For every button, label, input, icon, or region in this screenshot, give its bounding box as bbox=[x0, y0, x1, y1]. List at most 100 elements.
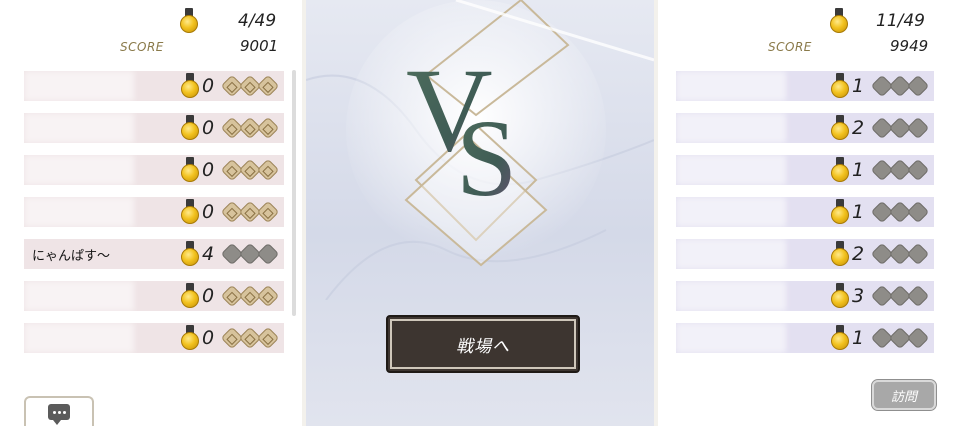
member-row[interactable]: 1 bbox=[676, 197, 934, 227]
token-icon bbox=[906, 242, 930, 266]
member-name bbox=[24, 113, 134, 143]
member-medal-count: 0 bbox=[202, 327, 215, 349]
medal-icon bbox=[831, 115, 849, 141]
left-score-value: 9001 bbox=[240, 37, 279, 55]
member-medal-count: 1 bbox=[852, 159, 865, 181]
medal-icon bbox=[831, 199, 849, 225]
token-group bbox=[870, 200, 930, 224]
go-to-battlefield-button[interactable]: 戦場へ bbox=[386, 315, 580, 373]
right-medal-count: 11/49 bbox=[876, 11, 925, 31]
member-medal-count: 2 bbox=[852, 243, 865, 265]
right-score-value: 9949 bbox=[890, 37, 929, 55]
token-icon bbox=[906, 326, 930, 350]
chat-button[interactable] bbox=[24, 396, 94, 426]
member-medal-count: 0 bbox=[202, 285, 215, 307]
chat-icon bbox=[48, 404, 70, 425]
member-name bbox=[24, 281, 134, 311]
token-icon bbox=[256, 74, 280, 98]
left-score-label: SCORE bbox=[120, 40, 164, 54]
medal-icon bbox=[831, 73, 849, 99]
member-name bbox=[676, 155, 786, 185]
member-medal-count: 0 bbox=[202, 75, 215, 97]
medal-icon bbox=[831, 241, 849, 267]
member-name bbox=[676, 281, 786, 311]
member-medal-count: 1 bbox=[852, 75, 865, 97]
token-group bbox=[870, 74, 930, 98]
right-team-panel: 11/49 SCORE 9949 1 2 1 1 2 3 1 bbox=[658, 0, 960, 426]
member-name bbox=[676, 323, 786, 353]
token-icon bbox=[256, 284, 280, 308]
medal-icon bbox=[831, 283, 849, 309]
right-score-label: SCORE bbox=[768, 40, 812, 54]
left-team-panel: 4/49 SCORE 9001 0 0 0 0 にゃんぱす～ 4 0 0 bbox=[0, 0, 302, 426]
left-medal-count: 4/49 bbox=[238, 11, 277, 31]
token-icon bbox=[256, 326, 280, 350]
token-icon bbox=[906, 116, 930, 140]
token-icon bbox=[256, 200, 280, 224]
member-row[interactable]: 0 bbox=[24, 197, 284, 227]
medal-icon bbox=[181, 325, 199, 351]
token-group bbox=[220, 284, 280, 308]
member-name bbox=[24, 155, 134, 185]
token-group bbox=[870, 158, 930, 182]
member-row[interactable]: 0 bbox=[24, 323, 284, 353]
token-group bbox=[220, 158, 280, 182]
token-icon bbox=[906, 158, 930, 182]
member-medal-count: 2 bbox=[852, 117, 865, 139]
token-group bbox=[870, 326, 930, 350]
token-icon bbox=[906, 284, 930, 308]
versus-area: V S 戦場へ bbox=[302, 0, 658, 426]
medal-icon bbox=[831, 157, 849, 183]
token-icon bbox=[906, 200, 930, 224]
member-row[interactable]: 0 bbox=[24, 281, 284, 311]
member-row[interactable]: 2 bbox=[676, 239, 934, 269]
member-name bbox=[24, 197, 134, 227]
member-medal-count: 0 bbox=[202, 117, 215, 139]
token-group bbox=[220, 74, 280, 98]
token-icon bbox=[256, 242, 280, 266]
token-group bbox=[870, 284, 930, 308]
token-icon bbox=[256, 116, 280, 140]
token-group bbox=[220, 116, 280, 140]
token-icon bbox=[906, 74, 930, 98]
medal-icon bbox=[831, 325, 849, 351]
member-row[interactable]: 1 bbox=[676, 71, 934, 101]
member-row[interactable]: 1 bbox=[676, 155, 934, 185]
member-medal-count: 1 bbox=[852, 327, 865, 349]
medal-icon bbox=[180, 8, 198, 34]
member-row[interactable]: 0 bbox=[24, 71, 284, 101]
member-medal-count: 0 bbox=[202, 201, 215, 223]
visit-button[interactable]: 訪問 bbox=[871, 379, 937, 411]
medal-icon bbox=[830, 8, 848, 34]
member-name bbox=[676, 197, 786, 227]
member-row[interactable]: 2 bbox=[676, 113, 934, 143]
member-row[interactable]: 0 bbox=[24, 155, 284, 185]
member-name bbox=[24, 323, 134, 353]
member-medal-count: 0 bbox=[202, 159, 215, 181]
member-name bbox=[676, 71, 786, 101]
member-row[interactable]: にゃんぱす～ 4 bbox=[24, 239, 284, 269]
member-medal-count: 3 bbox=[852, 285, 865, 307]
token-group bbox=[220, 326, 280, 350]
medal-icon bbox=[181, 115, 199, 141]
member-row[interactable]: 3 bbox=[676, 281, 934, 311]
medal-icon bbox=[181, 283, 199, 309]
vs-emblem: V S bbox=[306, 0, 654, 300]
member-medal-count: 4 bbox=[202, 243, 215, 265]
token-group bbox=[220, 200, 280, 224]
medal-icon bbox=[181, 73, 199, 99]
medal-icon bbox=[181, 199, 199, 225]
member-row[interactable]: 1 bbox=[676, 323, 934, 353]
left-list-scrollbar[interactable] bbox=[292, 70, 296, 316]
member-name: にゃんぱす～ bbox=[32, 248, 111, 264]
member-row[interactable]: 0 bbox=[24, 113, 284, 143]
token-group bbox=[870, 242, 930, 266]
medal-icon bbox=[181, 157, 199, 183]
member-name bbox=[676, 239, 786, 269]
token-icon bbox=[256, 158, 280, 182]
token-group bbox=[870, 116, 930, 140]
member-name bbox=[676, 113, 786, 143]
token-group bbox=[220, 242, 280, 266]
member-name bbox=[24, 71, 134, 101]
vs-letter-s: S bbox=[456, 97, 517, 219]
